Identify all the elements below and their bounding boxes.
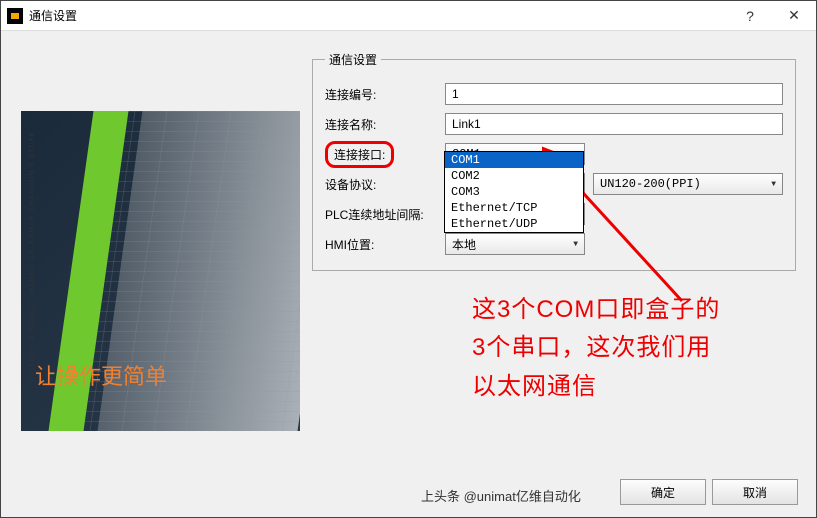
dev-proto-select-right[interactable]: UN120-200(PPI) ▼	[593, 173, 783, 195]
close-button[interactable]: ✕	[772, 1, 816, 30]
chevron-down-icon: ▼	[771, 180, 776, 189]
conn-no-label: 连接编号:	[325, 86, 445, 103]
fieldset-legend: 通信设置	[325, 51, 381, 68]
app-icon	[7, 8, 23, 24]
window-controls: ? ✕	[728, 1, 816, 30]
plc-interval-label: PLC连续地址间隔:	[325, 206, 445, 223]
watermark-text: 上头条 @unimat亿维自动化	[421, 486, 581, 505]
dev-proto-right-value: UN120-200(PPI)	[600, 177, 701, 191]
cancel-button[interactable]: 取消	[712, 479, 798, 505]
hmi-pos-label: HMI位置:	[325, 236, 445, 253]
preview-image: + FRIENDS & FAMILY SHARED CALENDAR SHANN…	[21, 111, 300, 431]
conn-name-input[interactable]	[445, 113, 783, 135]
image-side-text: + FRIENDS & FAMILY SHARED CALENDAR SHANN…	[29, 131, 36, 389]
titlebar: 通信设置 ? ✕	[1, 1, 816, 31]
help-button[interactable]: ?	[728, 1, 772, 30]
conn-iface-label: 连接接口:	[325, 141, 445, 168]
highlight-annotation: 连接接口:	[325, 141, 394, 168]
conn-name-label: 连接名称:	[325, 116, 445, 133]
dropdown-item-com2[interactable]: COM2	[445, 168, 583, 184]
dropdown-item-eth-tcp[interactable]: Ethernet/TCP	[445, 200, 583, 216]
ok-button[interactable]: 确定	[620, 479, 706, 505]
dropdown-item-com1[interactable]: COM1	[445, 152, 583, 168]
dev-proto-label: 设备协议:	[325, 176, 445, 193]
conn-no-input[interactable]	[445, 83, 783, 105]
window-title: 通信设置	[29, 7, 728, 24]
dialog-window: 通信设置 ? ✕ + FRIENDS & FAMILY SHARED CALEN…	[0, 0, 817, 518]
hmi-pos-select[interactable]: 本地 ▼	[445, 233, 585, 255]
chevron-down-icon: ▼	[573, 240, 578, 249]
annotation-text: 这3个COM口即盒子的3个串口，这次我们用以太网通信	[472, 291, 732, 406]
content-area: + FRIENDS & FAMILY SHARED CALENDAR SHANN…	[1, 31, 816, 467]
form-area: 通信设置 连接编号: 连接名称: 连接接口: COM1 ▼	[312, 51, 796, 457]
hmi-pos-value: 本地	[452, 236, 476, 253]
dropdown-item-com3[interactable]: COM3	[445, 184, 583, 200]
conn-iface-dropdown-list[interactable]: COM1 COM2 COM3 Ethernet/TCP Ethernet/UDP	[444, 151, 584, 233]
image-caption: 让操作更简单	[35, 359, 167, 391]
dropdown-item-eth-udp[interactable]: Ethernet/UDP	[445, 216, 583, 232]
footer-buttons: 确定 取消	[620, 479, 798, 505]
